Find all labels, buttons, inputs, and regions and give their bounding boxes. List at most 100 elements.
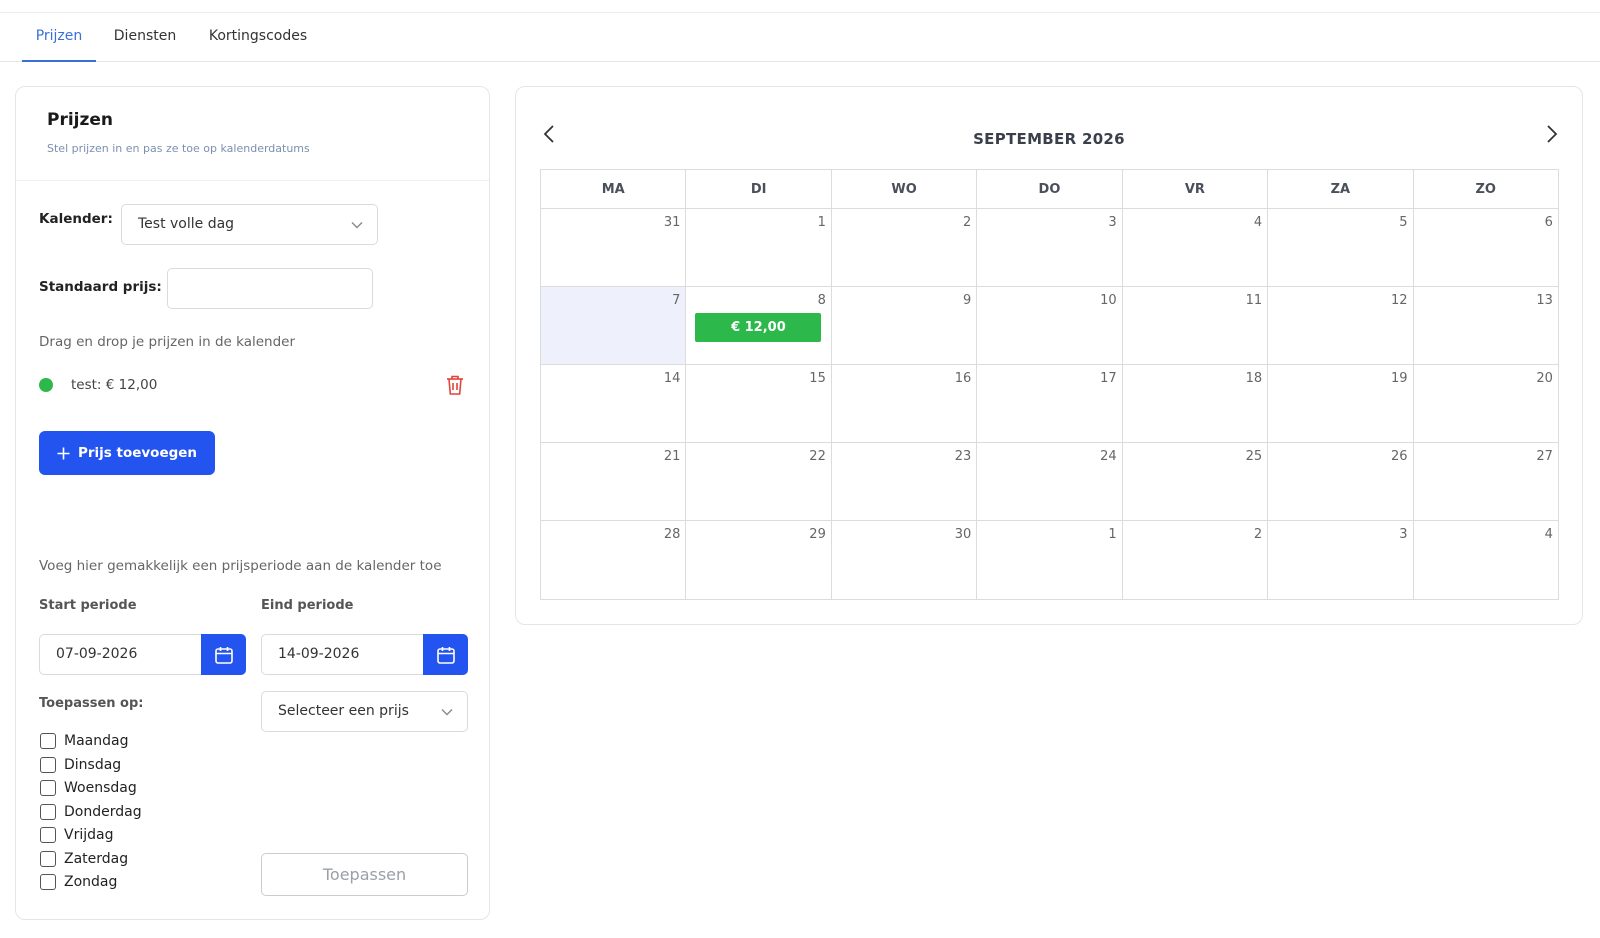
day-number: 9 — [962, 293, 972, 308]
calendar-day[interactable]: 23 — [832, 443, 978, 520]
apply-button-label: Toepassen — [322, 865, 407, 884]
default-price-input[interactable] — [167, 268, 373, 309]
day-number: 1 — [1108, 527, 1117, 542]
trash-icon[interactable] — [445, 374, 465, 396]
checkbox-woensdag[interactable] — [40, 780, 56, 796]
tab-prijzen[interactable]: Prijzen — [22, 13, 96, 62]
price-item-label[interactable]: test: € 12,00 — [71, 377, 157, 393]
calendar-day[interactable]: 12 — [1268, 287, 1414, 364]
day-number: 3 — [1108, 215, 1117, 230]
day-number: 5 — [1399, 215, 1408, 230]
calendar-day[interactable]: 11 — [1123, 287, 1269, 364]
day-number: 4 — [1253, 215, 1263, 230]
checkbox-maandag[interactable] — [40, 733, 56, 749]
weekday-header: DI — [686, 170, 832, 208]
day-number: 2 — [962, 215, 972, 230]
calendar-day[interactable]: 2 — [832, 209, 978, 286]
calendar-day[interactable]: 25 — [1123, 443, 1269, 520]
checkbox-donderdag[interactable] — [40, 804, 56, 820]
calendar-day-selected[interactable]: 7 — [541, 287, 687, 364]
day-number: 14 — [663, 371, 681, 386]
weekday-option: Donderdag — [40, 802, 142, 822]
calendar-day[interactable]: 21 — [541, 443, 687, 520]
price-select[interactable]: Selecteer een prijs — [261, 691, 468, 732]
price-select-placeholder: Selecteer een prijs — [278, 703, 409, 719]
panel-title: Prijzen — [47, 110, 114, 130]
apply-button[interactable]: Toepassen — [261, 853, 468, 896]
checkbox-zondag[interactable] — [40, 874, 56, 890]
start-date-input[interactable]: 07-09-2026 — [39, 634, 201, 675]
checkbox-zaterdag[interactable] — [40, 851, 56, 867]
checkbox-dinsdag[interactable] — [40, 757, 56, 773]
end-date-picker-button[interactable] — [423, 634, 468, 675]
calendar-day[interactable]: 20 — [1414, 365, 1558, 442]
calendar-day[interactable]: 5 — [1268, 209, 1414, 286]
day-number: 11 — [1245, 293, 1263, 308]
day-number: 7 — [672, 293, 681, 308]
weekday-header: ZO — [1475, 182, 1496, 197]
tab-kortingscodes[interactable]: Kortingscodes — [200, 13, 316, 62]
calendar-day[interactable]: 26 — [1268, 443, 1414, 520]
calendar-day[interactable]: 1 — [686, 209, 832, 286]
calendar-day[interactable]: 22 — [686, 443, 832, 520]
chevron-right-icon[interactable] — [1540, 123, 1562, 145]
day-number: 23 — [954, 449, 972, 464]
checkbox-vrijdag[interactable] — [40, 827, 56, 843]
weekday-option: Zondag — [40, 872, 117, 892]
day-number: 17 — [1100, 371, 1117, 386]
price-chip[interactable]: € 12,00 — [695, 313, 822, 342]
calendar-day[interactable]: 17 — [977, 365, 1123, 442]
calendar-day[interactable]: 15 — [686, 365, 832, 442]
calendar-day[interactable]: 18 — [1123, 365, 1269, 442]
day-number: 25 — [1245, 449, 1263, 464]
calendar-week: 7 8 € 12,00 9 10 11 12 13 — [541, 287, 1558, 365]
calendar-day[interactable]: 9 — [832, 287, 978, 364]
calendar-day[interactable]: 29 — [686, 521, 832, 599]
calendar-day[interactable]: 4 — [1123, 209, 1269, 286]
calendar-day[interactable]: 6 — [1414, 209, 1558, 286]
calendar-day[interactable]: 16 — [832, 365, 978, 442]
calendar-day[interactable]: 24 — [977, 443, 1123, 520]
calendar-day[interactable]: 8 € 12,00 — [686, 287, 832, 364]
calendar-day[interactable]: 27 — [1414, 443, 1558, 520]
weekday-header: VR — [1123, 170, 1269, 208]
day-number: 8 — [817, 293, 826, 308]
calendar-day[interactable]: 4 — [1414, 521, 1558, 599]
calendar-day[interactable]: 1 — [977, 521, 1123, 599]
calendar-select[interactable]: Test volle dag — [121, 204, 378, 245]
add-price-button[interactable]: Prijs toevoegen — [39, 431, 215, 475]
calendar-day[interactable]: 3 — [977, 209, 1123, 286]
calendar-day[interactable]: 10 — [977, 287, 1123, 364]
calendar-day[interactable]: 13 — [1414, 287, 1558, 364]
default-price-label: Standaard prijs: — [39, 279, 162, 295]
day-number: 18 — [1245, 371, 1263, 386]
panel-subtitle: Stel prijzen in en pas ze toe op kalende… — [47, 142, 310, 155]
calendar-day[interactable]: 28 — [541, 521, 687, 599]
day-number: 31 — [663, 215, 681, 230]
calendar-day[interactable]: 2 — [1123, 521, 1269, 599]
calendar-week: 28 29 30 1 2 3 4 — [541, 521, 1558, 599]
tab-diensten[interactable]: Diensten — [108, 13, 182, 62]
day-number: 24 — [1100, 449, 1117, 464]
day-number: 10 — [1100, 293, 1117, 308]
day-number: 12 — [1390, 293, 1408, 308]
calendar-day[interactable]: 31 — [541, 209, 687, 286]
weekday-option: Maandag — [40, 731, 128, 751]
chevron-down-icon — [441, 708, 453, 715]
day-number: 1 — [817, 215, 826, 230]
weekday-option: Woensdag — [40, 778, 137, 798]
weekday-header: WO — [832, 170, 978, 208]
calendar-day[interactable]: 3 — [1268, 521, 1414, 599]
month-title: SEPTEMBER 2026 — [973, 130, 1125, 148]
end-date-input[interactable]: 14-09-2026 — [261, 634, 423, 675]
start-date-picker-button[interactable] — [201, 634, 246, 675]
calendar-day[interactable]: 14 — [541, 365, 687, 442]
weekday-header: MA — [541, 170, 687, 208]
day-number: 27 — [1536, 449, 1553, 464]
calendar-day[interactable]: 30 — [832, 521, 978, 599]
calendar-week: 14 15 16 17 18 19 20 — [541, 365, 1558, 443]
calendar-day[interactable]: 19 — [1268, 365, 1414, 442]
add-price-label: Prijs toevoegen — [77, 445, 198, 461]
tab-bar: Prijzen Diensten Kortingscodes — [0, 13, 1600, 62]
day-number: 15 — [809, 371, 826, 386]
